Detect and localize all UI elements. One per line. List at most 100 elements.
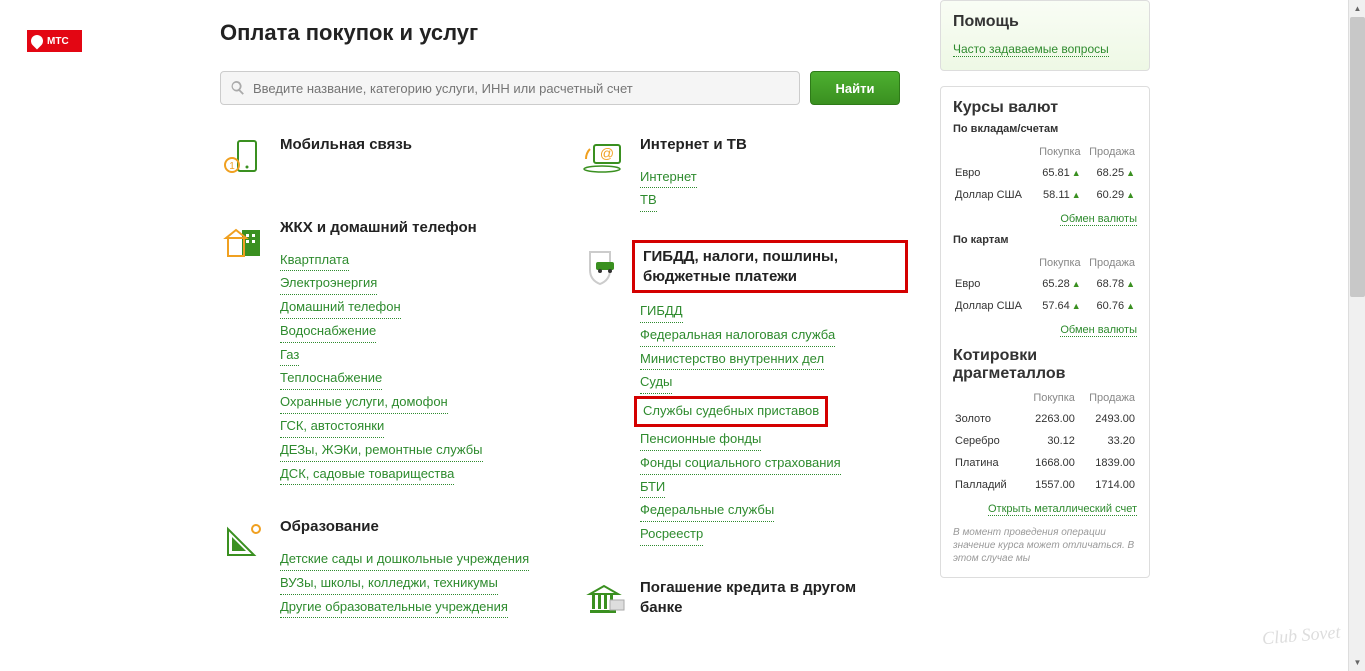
scroll-thumb[interactable] — [1350, 17, 1365, 297]
search-row: Найти — [220, 71, 900, 105]
rates-panel: Курсы валют По вкладам/счетам ПокупкаПро… — [940, 86, 1150, 578]
arrow-up-icon: ▲ — [1126, 190, 1135, 200]
arrow-up-icon: ▲ — [1072, 301, 1081, 311]
category-title[interactable]: Мобильная связь — [280, 135, 540, 155]
link-mvd[interactable]: Министерство внутренних дел — [640, 349, 824, 371]
sidebar: Помощь Часто задаваемые вопросы Курсы ва… — [940, 0, 1150, 593]
arrow-up-icon: ▲ — [1126, 301, 1135, 311]
col-sell: Продажа — [1077, 389, 1135, 407]
watermark: Club Sovet — [1261, 622, 1341, 650]
link-kvartplata[interactable]: Квартплата — [280, 250, 349, 272]
category-credit: Погашение кредита в другом банке — [580, 578, 900, 631]
mobile-icon: 1 — [220, 135, 280, 188]
svg-text:1: 1 — [229, 161, 235, 172]
link-electro[interactable]: Электроэнергия — [280, 273, 377, 295]
link-security[interactable]: Охранные услуги, домофон — [280, 392, 448, 414]
deposits-table: ПокупкаПродажа Евро65.81▲68.25▲ Доллар С… — [953, 141, 1137, 207]
link-phone[interactable]: Домашний телефон — [280, 297, 401, 319]
search-input[interactable] — [253, 81, 789, 96]
link-water[interactable]: Водоснабжение — [280, 321, 376, 343]
category-internet: @ Интернет и ТВ Интернет ТВ — [580, 135, 900, 214]
link-gas[interactable]: Газ — [280, 345, 299, 367]
arrow-up-icon: ▲ — [1072, 279, 1081, 289]
rate-row: Серебро30.1233.20 — [955, 431, 1135, 451]
category-title[interactable]: ЖКХ и домашний телефон — [280, 218, 540, 238]
category-title[interactable]: Интернет и ТВ — [640, 135, 900, 155]
mts-logo: МТС — [27, 30, 82, 52]
category-title[interactable]: ГИБДД, налоги, пошлины, бюджетные платеж… — [643, 247, 897, 286]
category-zkh: ЖКХ и домашний телефон Квартплата Электр… — [220, 218, 540, 487]
education-icon — [220, 517, 280, 620]
search-icon — [231, 81, 245, 95]
rates-subtitle: По картам — [953, 234, 1137, 246]
main-content: Оплата покупок и услуг Найти 1 Мобильная… — [220, 20, 900, 661]
shield-car-icon — [580, 244, 640, 548]
rate-row: Евро65.81▲68.25▲ — [955, 163, 1135, 183]
category-title[interactable]: Погашение кредита в другом банке — [640, 578, 900, 617]
faq-link[interactable]: Часто задаваемые вопросы — [953, 42, 1109, 57]
link-rosreestr[interactable]: Росреестр — [640, 524, 703, 546]
internet-icon: @ — [580, 135, 640, 214]
page-title: Оплата покупок и услуг — [220, 20, 900, 46]
link-internet[interactable]: Интернет — [640, 167, 697, 189]
svg-text:@: @ — [600, 145, 614, 161]
category-education: Образование Детские сады и дошкольные уч… — [220, 517, 540, 620]
help-title: Помощь — [953, 13, 1137, 31]
rate-row: Платина1668.001839.00 — [955, 453, 1135, 473]
help-panel: Помощь Часто задаваемые вопросы — [940, 0, 1150, 71]
link-other-edu[interactable]: Другие образовательные учреждения — [280, 597, 508, 619]
rates-title: Курсы валют — [953, 99, 1137, 117]
col-sell: Продажа — [1083, 143, 1135, 161]
scroll-down-icon[interactable]: ▼ — [1349, 654, 1365, 671]
link-dsk[interactable]: ДСК, садовые товарищества — [280, 464, 454, 486]
link-courts[interactable]: Суды — [640, 372, 672, 394]
link-fns[interactable]: Федеральная налоговая служба — [640, 325, 835, 347]
exchange-link[interactable]: Обмен валюты — [1060, 324, 1137, 337]
exchange-link[interactable]: Обмен валюты — [1060, 213, 1137, 226]
arrow-up-icon: ▲ — [1072, 168, 1081, 178]
footnote: В момент проведения операции значение ку… — [953, 526, 1137, 565]
scroll-up-icon[interactable]: ▲ — [1349, 0, 1365, 17]
metal-account-link[interactable]: Открыть металлический счет — [988, 503, 1137, 516]
bank-icon — [580, 578, 640, 631]
col-sell: Продажа — [1083, 254, 1135, 272]
link-heat[interactable]: Теплоснабжение — [280, 368, 382, 390]
col-buy: Покупка — [1033, 143, 1080, 161]
metals-title: Котировки драгметаллов — [953, 347, 1137, 383]
cards-table: ПокупкаПродажа Евро65.28▲68.78▲ Доллар С… — [953, 252, 1137, 318]
col-buy: Покупка — [1033, 254, 1080, 272]
highlighted-title: ГИБДД, налоги, пошлины, бюджетные платеж… — [632, 240, 908, 293]
category-links: Квартплата Электроэнергия Домашний телеф… — [280, 250, 540, 486]
link-dez[interactable]: ДЕЗы, ЖЭКи, ремонтные службы — [280, 440, 483, 462]
rates-subtitle: По вкладам/счетам — [953, 123, 1137, 135]
search-box[interactable] — [220, 71, 800, 105]
category-links: Интернет ТВ — [640, 167, 900, 213]
arrow-up-icon: ▲ — [1126, 279, 1135, 289]
category-links: Детские сады и дошкольные учреждения ВУЗ… — [280, 549, 540, 618]
rate-row: Золото2263.002493.00 — [955, 409, 1135, 429]
house-icon — [220, 218, 280, 487]
metals-table: ПокупкаПродажа Золото2263.002493.00 Сере… — [953, 387, 1137, 497]
scrollbar[interactable]: ▲ ▼ — [1348, 0, 1365, 671]
link-pristavy-highlighted[interactable]: Службы судебных приставов — [634, 396, 828, 427]
category-mobile: 1 Мобильная связь — [220, 135, 540, 188]
link-social[interactable]: Фонды социального страхования — [640, 453, 841, 475]
link-bti[interactable]: БТИ — [640, 477, 665, 499]
category-links: ГИБДД Федеральная налоговая служба Минис… — [640, 301, 900, 546]
link-gibdd[interactable]: ГИБДД — [640, 301, 683, 323]
link-tv[interactable]: ТВ — [640, 190, 657, 212]
rate-row: Доллар США57.64▲60.76▲ — [955, 296, 1135, 316]
rate-row: Доллар США58.11▲60.29▲ — [955, 185, 1135, 205]
arrow-up-icon: ▲ — [1072, 190, 1081, 200]
arrow-up-icon: ▲ — [1126, 168, 1135, 178]
link-pension[interactable]: Пенсионные фонды — [640, 429, 761, 451]
link-kindergarten[interactable]: Детские сады и дошкольные учреждения — [280, 549, 529, 571]
link-parking[interactable]: ГСК, автостоянки — [280, 416, 384, 438]
category-title[interactable]: Образование — [280, 517, 540, 537]
link-federal[interactable]: Федеральные службы — [640, 500, 774, 522]
find-button[interactable]: Найти — [810, 71, 900, 105]
rate-row: Палладий1557.001714.00 — [955, 475, 1135, 495]
category-gibdd: ГИБДД, налоги, пошлины, бюджетные платеж… — [580, 244, 900, 548]
link-schools[interactable]: ВУЗы, школы, колледжи, техникумы — [280, 573, 498, 595]
rate-row: Евро65.28▲68.78▲ — [955, 274, 1135, 294]
